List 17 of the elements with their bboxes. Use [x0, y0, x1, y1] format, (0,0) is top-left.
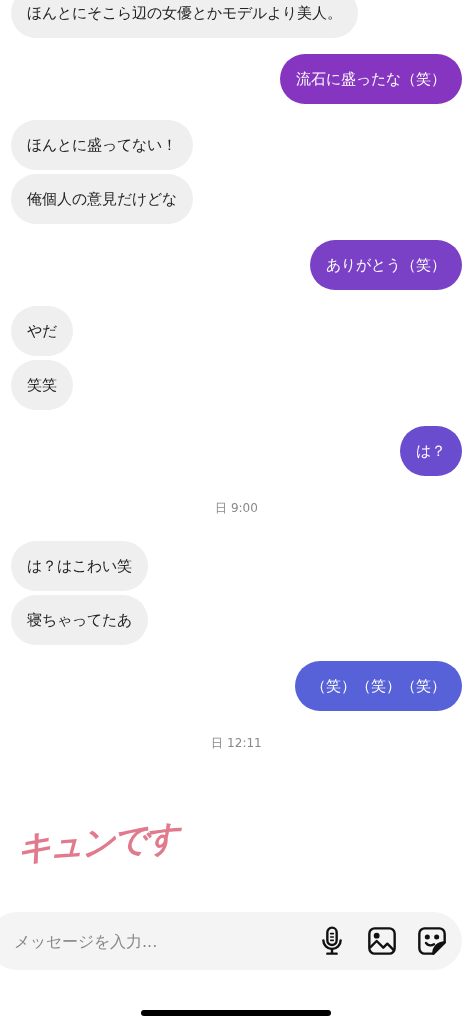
sticker-icon[interactable]	[416, 925, 448, 957]
message-bubble: ほんとにそこら辺の女優とかモデルより美人。	[11, 0, 358, 38]
sticker-text: キュンです	[15, 815, 179, 870]
message-bubble: 笑笑	[11, 360, 73, 410]
message-bubble: ありがとう（笑）	[310, 240, 462, 290]
message-bubble: は？はこわい笑	[11, 541, 148, 591]
message-bubble: 俺個人の意見だけどな	[11, 174, 193, 224]
message-bubble: 寝ちゃってたあ	[11, 595, 148, 645]
message-bubble: は？	[400, 426, 462, 476]
message-bubble: ほんとに盛ってない！	[11, 120, 193, 170]
message-bubble: 流石に盛ったな（笑）	[280, 54, 462, 104]
message-bubble: （笑）（笑）（笑）	[295, 661, 462, 711]
message-bubble: やだ	[11, 306, 73, 356]
timestamp: 日 12:11	[211, 735, 262, 752]
image-icon[interactable]	[366, 925, 398, 957]
message-input[interactable]: メッセージを入力...	[12, 930, 298, 952]
timestamp: 日 9:00	[215, 500, 258, 517]
